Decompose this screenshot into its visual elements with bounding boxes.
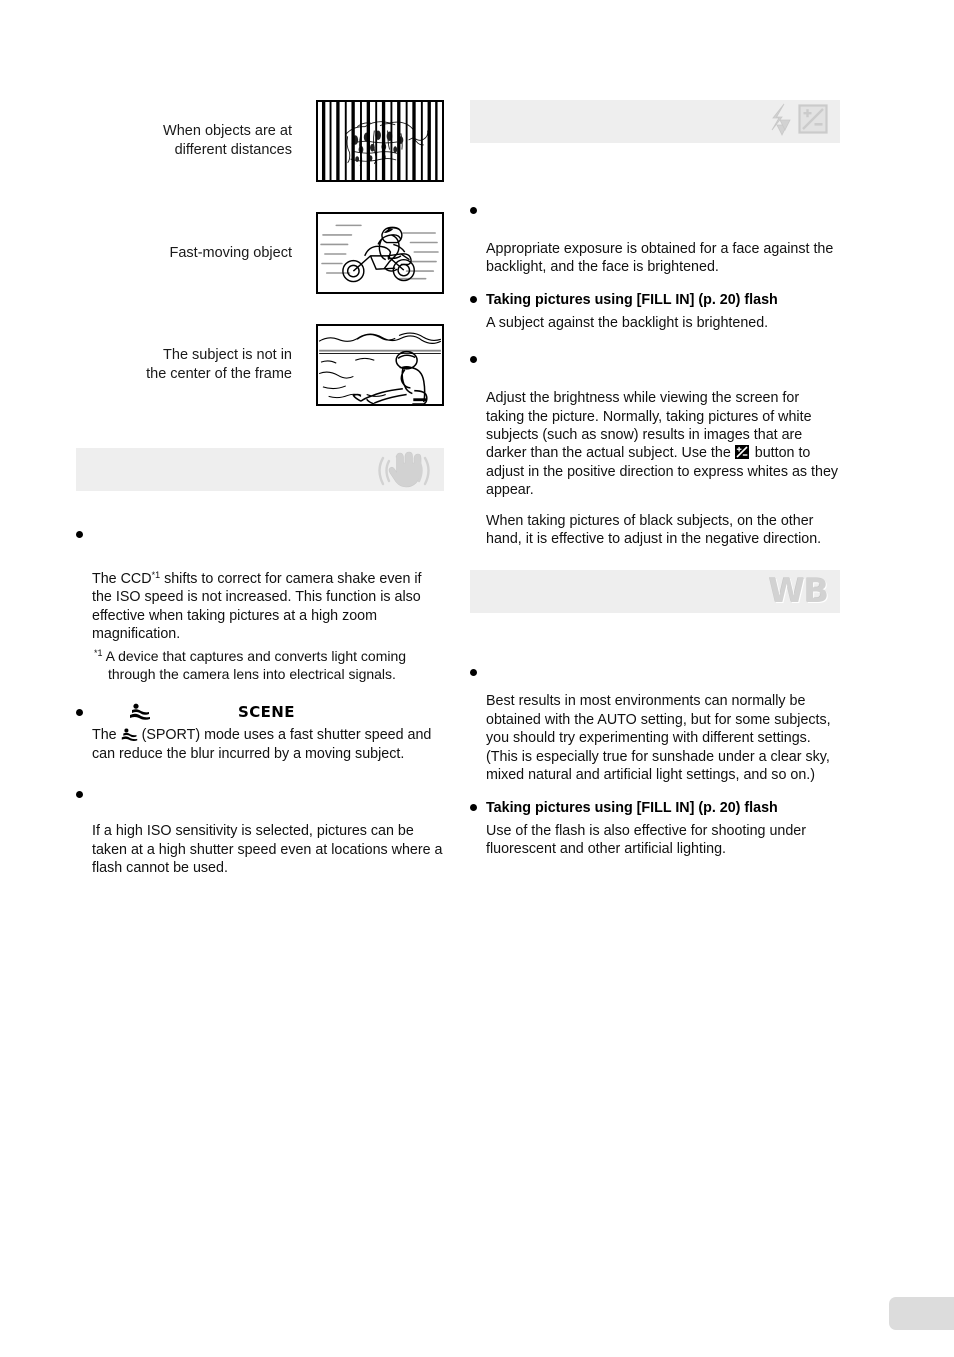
white-balance-label: WB [768, 571, 829, 611]
left-column: When objects are at different distances [76, 100, 444, 877]
exposure-compensation-button-icon [734, 445, 749, 460]
illustration-label: When objects are at different distances [163, 123, 292, 158]
footnote-text: A device that captures and converts ligh… [105, 647, 407, 683]
body-paragraph: The (SPORT) mode uses a fast shutter spe… [76, 726, 444, 763]
illustration-label: Fast-moving object [169, 244, 293, 261]
bullet-heading: Taking pictures using [FILL IN] (p. 20) … [470, 799, 840, 817]
bullet-dot [470, 356, 477, 364]
caged-animal-illustration [316, 100, 444, 182]
paragraph-text-b: (SPORT) mode uses a fast shutter speed a… [92, 727, 432, 762]
sport-mode-icon [120, 703, 160, 721]
bullet-heading [470, 201, 840, 218]
bullet-dot [76, 791, 83, 799]
paragraph-text-a: The [92, 727, 121, 744]
bullet-dot [470, 669, 477, 677]
right-column: Appropriate exposure is obtained for a f… [470, 100, 840, 858]
manual-page: When objects are at different distances [0, 0, 954, 1357]
motorcycle-illustration [316, 212, 444, 294]
section-header-flash-exposure [470, 100, 840, 143]
footnote-ref: *1 [151, 570, 161, 580]
footnote: *1 A device that captures and converts l… [76, 644, 444, 684]
bullet-dot [470, 803, 477, 811]
body-paragraph: The CCD*1 shifts to correct for camera s… [76, 566, 444, 644]
body-paragraph: Use of the flash is also effective for s… [486, 822, 807, 857]
bullet-dot [470, 207, 477, 214]
illustration-row: The subject is not in the center of the … [76, 324, 444, 406]
footnote-marker: *1 [94, 647, 103, 658]
bullet-dot [76, 531, 83, 538]
scene-mode-heading: SCENE [76, 703, 444, 721]
bullet-heading [470, 350, 840, 367]
bullet-heading [76, 525, 444, 542]
body-paragraph: If a high ISO sensitivity is selected, p… [92, 823, 443, 877]
illustration-label: The subject is not in the center of the … [146, 347, 292, 382]
bullet-heading-label: Taking pictures using [FILL IN] (p. 20) … [486, 291, 778, 308]
body-paragraph: When taking pictures of black subjects, … [486, 512, 822, 548]
exposure-compensation-icon [798, 103, 828, 140]
paragraph-text-a: The CCD [92, 571, 152, 587]
illustration-row: When objects are at different distances [76, 100, 444, 182]
flash-icon [768, 103, 794, 141]
scene-label: SCENE [238, 703, 295, 722]
bullet-heading-label: Taking pictures using [FILL IN] (p. 20) … [486, 799, 778, 816]
image-stabilization-icon [370, 451, 434, 489]
section-header-image-stabilization [76, 448, 444, 491]
off-center-subject-illustration [316, 324, 444, 406]
sport-mode-icon [121, 728, 138, 742]
bullet-heading: Taking pictures using [FILL IN] (p. 20) … [470, 291, 840, 309]
body-paragraph: Best results in most environments can no… [486, 693, 831, 784]
bullet-heading [470, 663, 840, 680]
page-tab-marker [889, 1297, 954, 1330]
bullet-dot [470, 295, 477, 303]
section-header-white-balance: WB [470, 570, 840, 614]
white-balance-icon: WB [768, 574, 830, 609]
bullet-heading [76, 785, 444, 802]
body-paragraph: Appropriate exposure is obtained for a f… [486, 241, 834, 276]
body-paragraph: A subject against the backlight is brigh… [486, 314, 769, 331]
body-paragraph: Adjust the brightness while viewing the … [470, 389, 840, 499]
bullet-dot [76, 708, 83, 716]
illustration-row: Fast-moving object [76, 212, 444, 294]
flash-and-exposure-icons [768, 103, 830, 141]
